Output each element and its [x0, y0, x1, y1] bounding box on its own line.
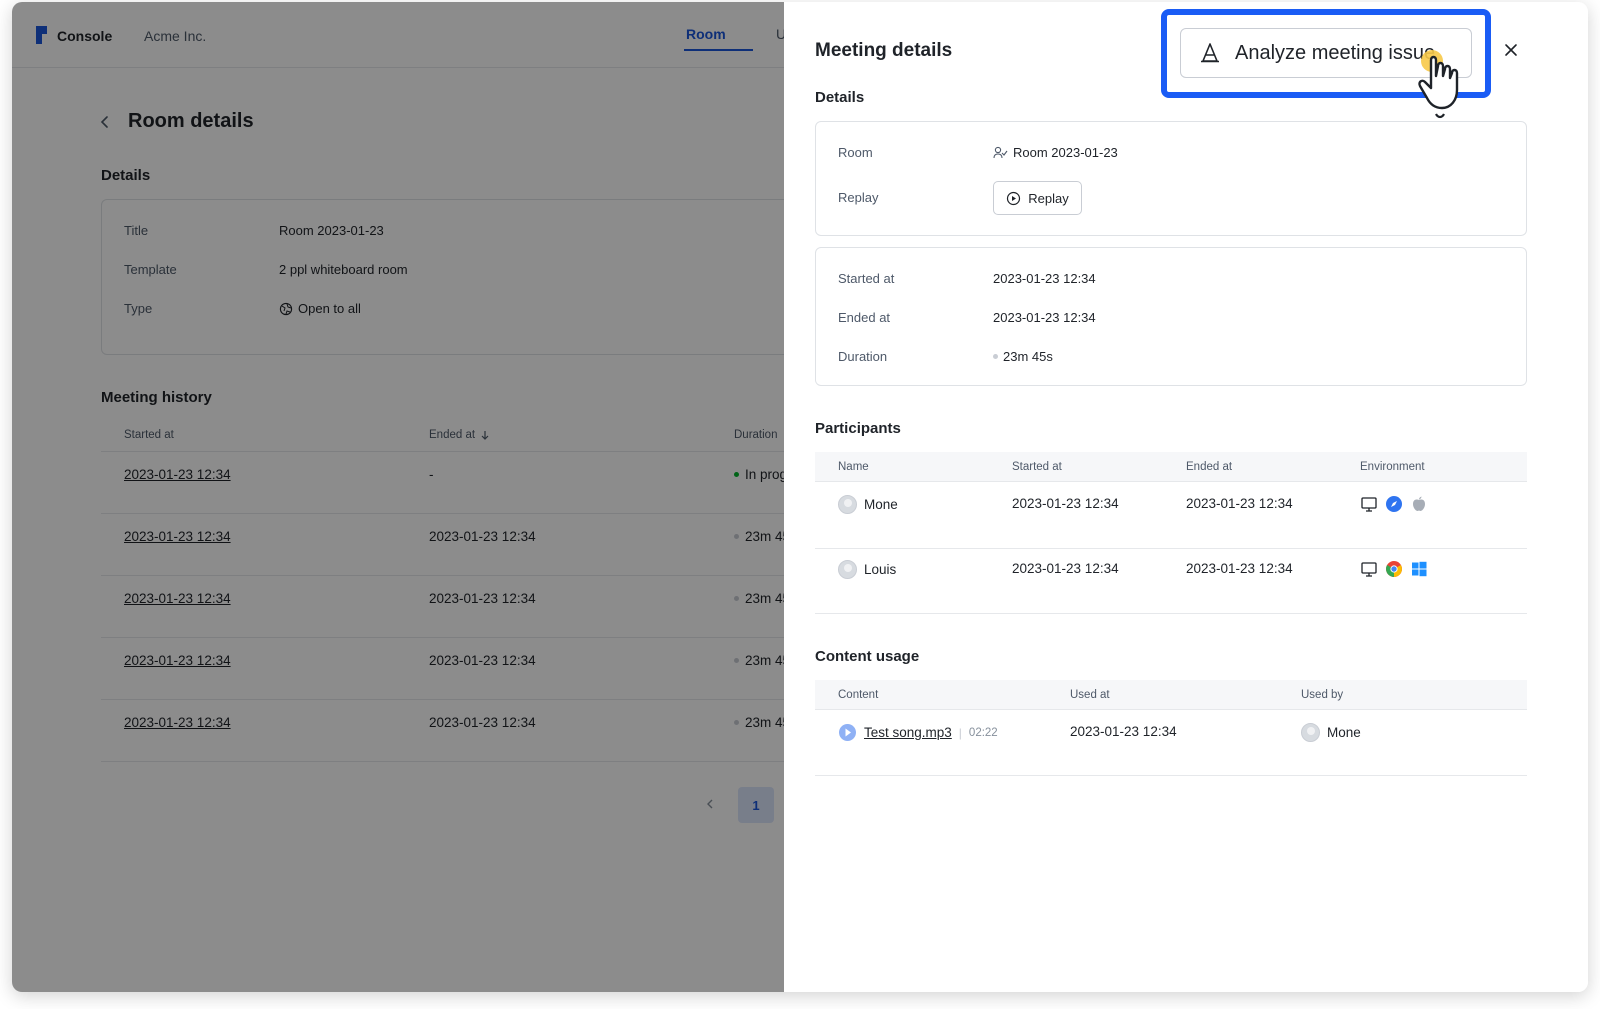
close-icon[interactable]	[1502, 41, 1520, 59]
participants-col-ended: Ended at	[1186, 461, 1233, 473]
hand-pointer-cursor-icon	[1418, 50, 1459, 119]
started-value: 2023-01-23 12:34	[993, 271, 1096, 286]
room-value-text: Room 2023-01-23	[1013, 145, 1118, 160]
safari-icon	[1386, 496, 1402, 512]
duration-label: Duration	[838, 349, 888, 364]
participants-col-name: Name	[838, 461, 869, 473]
participants-table-header: Name Started at Ended at Environment	[815, 452, 1527, 482]
desktop-icon	[1361, 562, 1377, 577]
content-item: Test song.mp3 | 02:22	[838, 723, 998, 742]
room-details-page: Console Acme Inc. Room Use Room details …	[12, 2, 801, 992]
content-used-at: 2023-01-23 12:34	[1070, 724, 1177, 739]
participant-name: Mone	[838, 495, 898, 514]
participant-name: Louis	[838, 560, 896, 579]
avatar	[838, 560, 857, 579]
windows-icon	[1412, 561, 1427, 577]
participants-heading: Participants	[815, 420, 901, 437]
avatar	[838, 495, 857, 514]
participants-col-environment: Environment	[1360, 461, 1425, 473]
content-table-header: Content Used at Used by	[815, 680, 1527, 710]
table-row: Louis 2023-01-23 12:34 2023-01-23 12:34	[815, 549, 1527, 614]
replay-button-label: Replay	[1028, 190, 1069, 206]
time-info-card: Started at 2023-01-23 12:34 Ended at 202…	[815, 247, 1527, 386]
drawer-details-heading: Details	[815, 89, 865, 106]
participant-environment	[1360, 495, 1428, 513]
play-circle-icon	[1007, 191, 1021, 205]
participants-col-started: Started at	[1012, 461, 1062, 473]
content-used-by: Mone	[1301, 723, 1361, 742]
ended-label: Ended at	[838, 310, 891, 325]
content-used-by-text: Mone	[1327, 725, 1361, 740]
participant-environment	[1360, 560, 1428, 578]
separator: |	[958, 725, 962, 740]
desktop-icon	[1361, 497, 1377, 512]
participant-ended: 2023-01-23 12:34	[1186, 496, 1293, 511]
content-col-content: Content	[838, 689, 879, 701]
apple-icon	[1413, 496, 1425, 511]
replay-label: Replay	[838, 190, 879, 205]
content-file-link[interactable]: Test song.mp3	[864, 725, 952, 740]
play-icon	[839, 724, 856, 741]
content-usage-heading: Content usage	[815, 648, 920, 665]
participant-name-text: Louis	[864, 562, 897, 577]
started-label: Started at	[838, 271, 895, 286]
participant-started: 2023-01-23 12:34	[1012, 561, 1119, 576]
room-info-card: Room Room 2023-01-23 Replay Replay	[815, 121, 1527, 236]
participant-started: 2023-01-23 12:34	[1012, 496, 1119, 511]
duration-value-text: 23m 45s	[1003, 349, 1053, 364]
replay-button[interactable]: Replay	[993, 181, 1082, 215]
participant-name-text: Mone	[864, 497, 898, 512]
ended-value: 2023-01-23 12:34	[993, 310, 1096, 325]
content-col-used-by: Used by	[1301, 689, 1344, 701]
analyze-button-label: Analyze meeting issue	[1235, 41, 1436, 64]
table-row: Test song.mp3 | 02:22 2023-01-23 12:34 M…	[815, 711, 1527, 776]
avatar	[1301, 723, 1320, 742]
content-col-used-at: Used at	[1070, 689, 1110, 701]
duration-value: 23m 45s	[993, 349, 1053, 364]
status-dot	[993, 354, 998, 359]
meeting-details-drawer: Meeting details Analyze meeting issue De…	[784, 2, 1588, 992]
user-check-icon	[993, 146, 1008, 158]
cone-icon	[1201, 43, 1219, 63]
app-window: Console Acme Inc. Room Use Room details …	[12, 2, 1588, 992]
room-value: Room 2023-01-23	[993, 145, 1118, 160]
content-length: 02:22	[968, 726, 998, 739]
chrome-icon	[1386, 561, 1402, 577]
table-row: Mone 2023-01-23 12:34 2023-01-23 12:34	[815, 483, 1527, 549]
room-label: Room	[838, 145, 873, 160]
drawer-title: Meeting details	[815, 40, 953, 61]
participant-ended: 2023-01-23 12:34	[1186, 561, 1293, 576]
modal-overlay[interactable]	[12, 2, 800, 992]
